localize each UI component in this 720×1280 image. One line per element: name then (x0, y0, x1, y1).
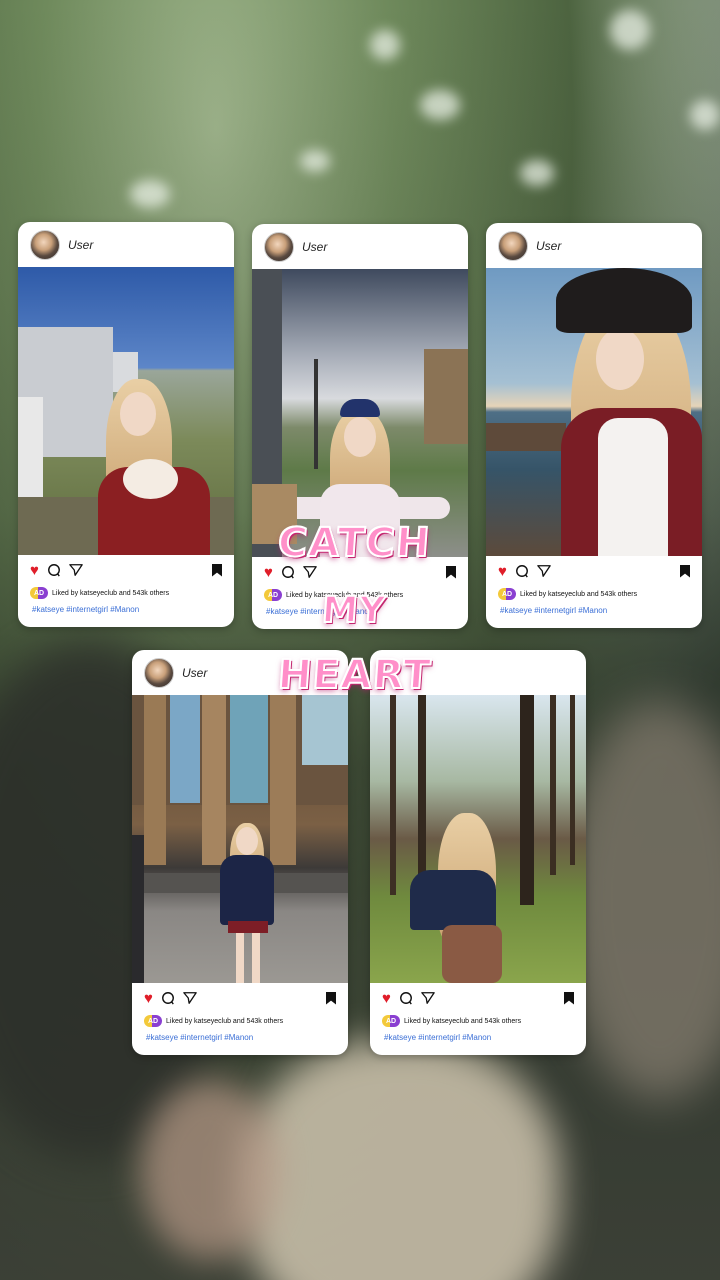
heart-icon[interactable]: ♥ (144, 991, 153, 1006)
bookmark-icon[interactable] (212, 563, 222, 577)
liked-by-row: AD Liked by katseyeclub and 543k others (486, 586, 702, 602)
comment-icon[interactable] (515, 564, 529, 578)
hashtags[interactable]: #katseye #internetgirl #Manon (370, 1029, 586, 1042)
overlay-title-heart: HEART (275, 651, 433, 699)
bookmark-icon[interactable] (564, 991, 574, 1005)
post-header: User (486, 223, 702, 268)
comment-icon[interactable] (399, 991, 413, 1005)
bookmark-icon[interactable] (680, 564, 690, 578)
post-header: User (18, 222, 234, 267)
share-icon[interactable] (183, 991, 197, 1005)
bookmark-icon[interactable] (326, 991, 336, 1005)
liked-avatars: AD (144, 1015, 162, 1027)
bookmark-icon[interactable] (446, 565, 456, 579)
post-card-4: User ♥ AD Liked by katseyeclub and 543k … (132, 650, 348, 1055)
share-icon[interactable] (303, 565, 317, 579)
post-photo[interactable] (132, 695, 348, 983)
username[interactable]: User (68, 238, 93, 252)
liked-avatars: AD (382, 1015, 400, 1027)
username[interactable]: User (302, 240, 327, 254)
comment-icon[interactable] (161, 991, 175, 1005)
liked-by-text[interactable]: Liked by katseyeclub and 543k others (404, 1018, 521, 1025)
hashtags[interactable]: #katseye #internetgirl #Manon (132, 1029, 348, 1042)
post-actions: ♥ (132, 983, 348, 1013)
overlay-title-catch: CATCH (275, 519, 433, 567)
liked-by-text[interactable]: Liked by katseyeclub and 543k others (166, 1018, 283, 1025)
post-card-2: User ♥ AD Liked by katseyeclub and 543k … (252, 224, 468, 629)
heart-icon[interactable]: ♥ (30, 563, 39, 578)
post-photo[interactable] (370, 695, 586, 983)
liked-avatars: AD (498, 588, 516, 600)
post-photo[interactable] (252, 269, 468, 557)
post-actions: ♥ (370, 983, 586, 1013)
share-icon[interactable] (421, 991, 435, 1005)
avatar[interactable] (144, 657, 174, 688)
heart-icon[interactable]: ♥ (264, 565, 273, 580)
username[interactable]: User (536, 239, 561, 253)
liked-by-row: AD Liked by katseyeclub and 543k others (18, 585, 234, 601)
liked-by-text[interactable]: Liked by katseyeclub and 543k others (520, 591, 637, 598)
avatar[interactable] (30, 229, 60, 260)
post-card-5: ♥ AD Liked by katseyeclub and 543k other… (370, 650, 586, 1055)
liked-avatars: AD (264, 589, 282, 601)
post-actions: ♥ (18, 555, 234, 585)
liked-avatars: AD (30, 587, 48, 599)
liked-by-row: AD Liked by katseyeclub and 543k others (132, 1013, 348, 1029)
username[interactable]: User (182, 666, 207, 680)
background (0, 0, 720, 1280)
post-header: User (252, 224, 468, 269)
heart-icon[interactable]: ♥ (382, 991, 391, 1006)
heart-icon[interactable]: ♥ (498, 564, 507, 579)
hashtags[interactable]: #katseye #internetgirl #Manon (18, 601, 234, 614)
post-actions: ♥ (486, 556, 702, 586)
comment-icon[interactable] (281, 565, 295, 579)
overlay-title-my: MY (320, 589, 389, 632)
post-photo[interactable] (18, 267, 234, 555)
avatar[interactable] (264, 231, 294, 262)
comment-icon[interactable] (47, 563, 61, 577)
share-icon[interactable] (537, 564, 551, 578)
hashtags[interactable]: #katseye #internetgirl #Manon (486, 602, 702, 615)
avatar[interactable] (498, 230, 528, 261)
liked-by-text[interactable]: Liked by katseyeclub and 543k others (52, 590, 169, 597)
post-card-3: User ♥ AD Liked by katseyeclub and 543k … (486, 223, 702, 628)
post-card-1: User ♥ AD Liked by katseyeclub and 543k … (18, 222, 234, 627)
share-icon[interactable] (69, 563, 83, 577)
post-photo[interactable] (486, 268, 702, 556)
liked-by-row: AD Liked by katseyeclub and 543k others (370, 1013, 586, 1029)
